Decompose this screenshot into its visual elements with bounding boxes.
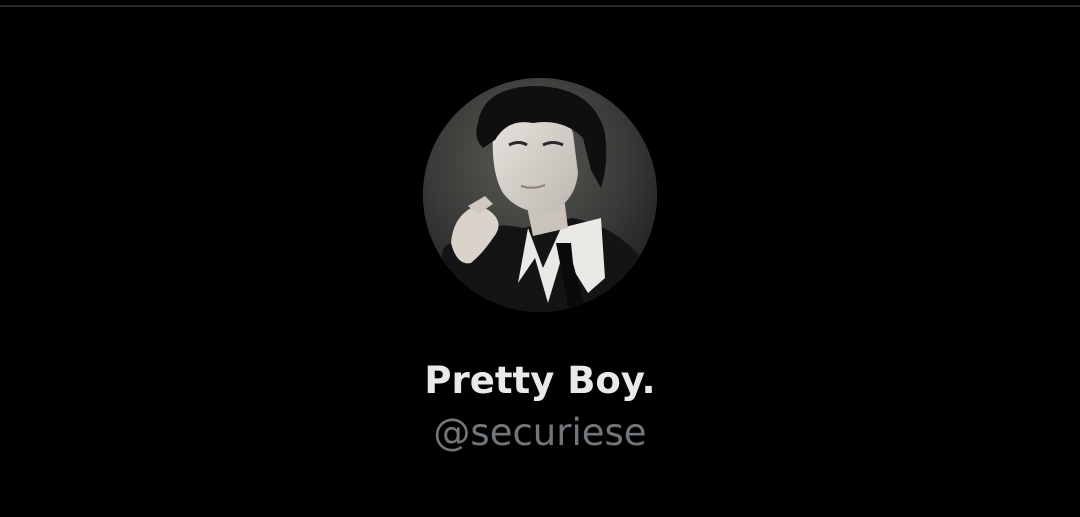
profile-header: Pretty Boy. @securiese — [0, 0, 1080, 517]
display-name: Pretty Boy. — [424, 359, 656, 402]
avatar-photo — [423, 78, 657, 312]
avatar[interactable] — [423, 78, 657, 312]
user-handle: @securiese — [433, 411, 647, 454]
